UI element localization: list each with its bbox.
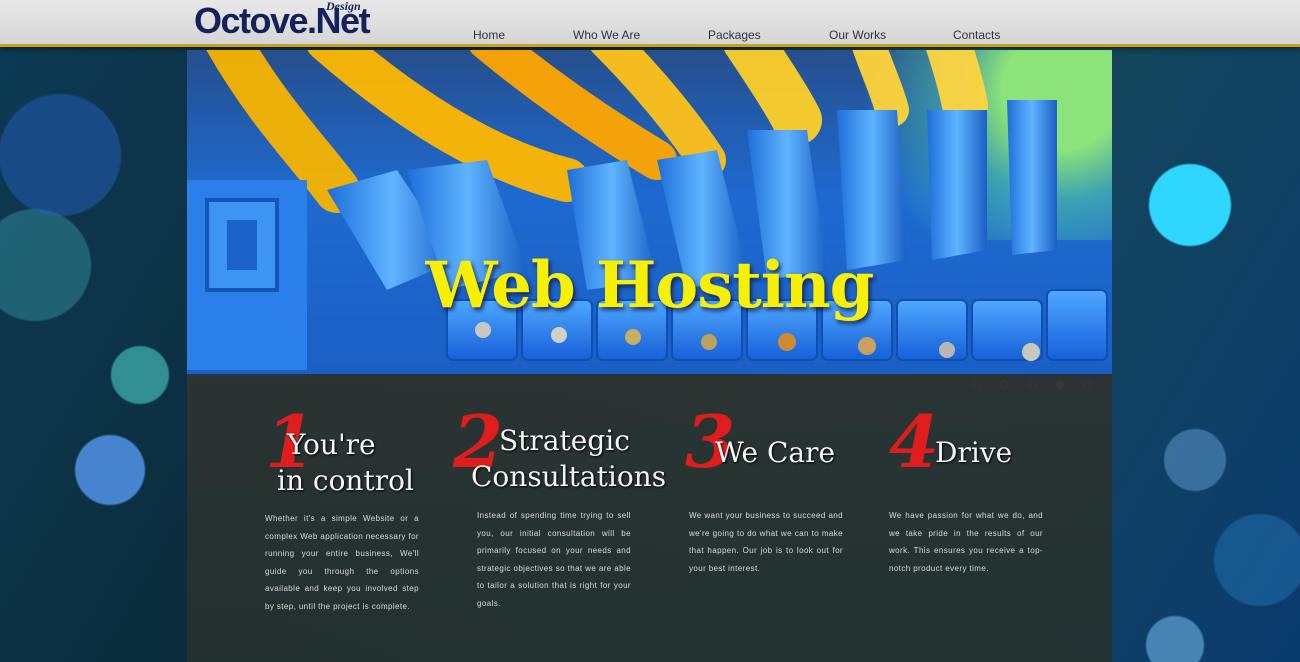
- feature-number: 4: [889, 399, 940, 484]
- site-header: Octove.Net Design Home Who We Are Packag…: [0, 0, 1300, 47]
- feature-body: Whether it's a simple Website or a compl…: [265, 514, 419, 611]
- nav-contacts[interactable]: Contacts: [953, 27, 1000, 43]
- features-section: 1 You're in control Whether it's a simpl…: [187, 374, 1112, 662]
- logo-tagline: Design: [326, 0, 361, 13]
- hero-title: Web Hosting: [425, 248, 875, 323]
- feature-body: We want your business to succeed and we'…: [689, 511, 843, 573]
- feature-title: Consultations: [471, 460, 667, 493]
- nav-our-works[interactable]: Our Works: [829, 27, 886, 43]
- nav-packages[interactable]: Packages: [708, 27, 761, 43]
- hero-slider: Web Hosting: [187, 50, 1112, 374]
- feature-title: Strategic: [499, 424, 630, 457]
- feature-body: We have passion for what we do, and we t…: [889, 511, 1043, 573]
- feature-title: Drive: [935, 436, 1013, 469]
- nav-home[interactable]: Home: [473, 27, 505, 43]
- feature-title: You're: [287, 428, 376, 461]
- feature-body: Instead of spending time trying to sell …: [477, 511, 631, 608]
- nav-who-we-are[interactable]: Who We Are: [573, 27, 640, 43]
- feature-title: We Care: [715, 436, 836, 469]
- main-nav: Home Who We Are Packages Our Works Conta…: [0, 27, 1300, 43]
- feature-title: in control: [277, 464, 414, 497]
